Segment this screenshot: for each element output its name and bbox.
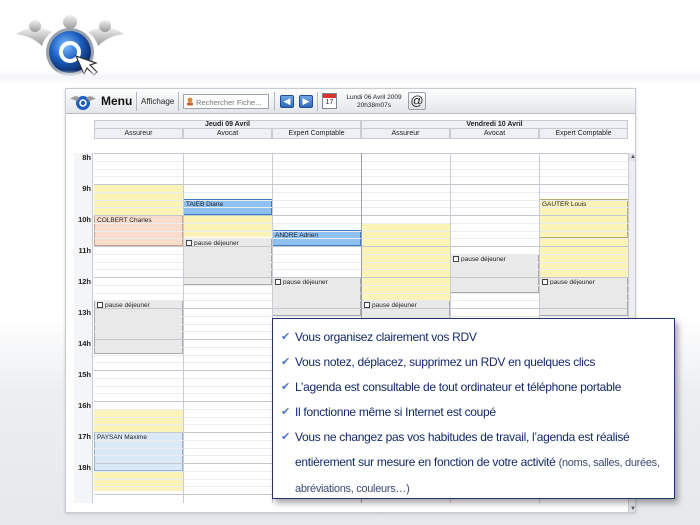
current-date: Lundi 06 Avril 2009: [346, 94, 402, 101]
scroll-down-icon[interactable]: ▼: [629, 505, 635, 512]
features-callout: ✔ Vous organisez clairement vos RDV ✔ Vo…: [272, 318, 675, 499]
column-header: Assureur: [361, 129, 450, 139]
check-icon: ✔: [281, 406, 290, 418]
calendar-icon[interactable]: 17: [322, 93, 337, 109]
check-icon: ✔: [281, 331, 290, 343]
column-header: Expert Comptable: [272, 129, 361, 139]
toolbar: Menu Affichage ◀ ▶ 17 Lundi 06 Avril 200…: [66, 89, 635, 114]
column-header: Assureur: [94, 129, 183, 139]
feature-text: L’agenda est consultable de tout ordinat…: [295, 380, 622, 394]
hour-label: 12h: [78, 277, 91, 286]
feature-item: ✔ Vous ne changez pas vos habitudes de t…: [281, 425, 664, 502]
check-icon: ✔: [281, 381, 290, 393]
appointment[interactable]: PAYSAN Maxime: [94, 432, 183, 471]
hour-label: 17h: [78, 432, 91, 441]
check-icon: ✔: [281, 431, 290, 443]
feature-item: ✔ Vous organisez clairement vos RDV: [281, 325, 664, 350]
column-header: Avocat: [450, 129, 539, 139]
search-input[interactable]: [183, 94, 269, 109]
current-time: 20h38m07s: [357, 102, 391, 109]
hour-label: 15h: [78, 370, 91, 379]
toolbar-divider: [136, 92, 137, 111]
time-column: [74, 153, 93, 503]
app-logo-icon[interactable]: [69, 92, 97, 111]
feature-item: ✔ Il fonctionne même si Internet est cou…: [281, 400, 664, 425]
feature-text: Vous notez, déplacez, supprimez un RDV e…: [295, 355, 596, 369]
feature-text: Il fonctionne même si Internet est coupé: [295, 405, 496, 419]
hour-label: 14h: [78, 339, 91, 348]
next-button[interactable]: ▶: [299, 95, 313, 108]
hour-label: 8h: [82, 153, 91, 162]
header-band: [0, 70, 700, 84]
hour-label: 18h: [78, 463, 91, 472]
pause-block[interactable]: pause déjeuner: [272, 277, 361, 316]
check-icon: ✔: [281, 356, 290, 368]
day-header-vendredi: Vendredi 10 Avril: [361, 120, 628, 129]
appointment[interactable]: GAUTER Louis: [539, 199, 628, 238]
arrow-right-icon: ▶: [302, 96, 310, 106]
toolbar-divider: [178, 92, 179, 111]
menu-button[interactable]: Menu: [101, 94, 132, 108]
affichage-button[interactable]: Affichage: [141, 97, 174, 106]
column-header: Expert Comptable: [539, 129, 628, 139]
previous-button[interactable]: ◀: [280, 95, 294, 108]
available-slot[interactable]: [94, 409, 183, 432]
available-slot[interactable]: [94, 471, 183, 491]
hour-label: 10h: [78, 215, 91, 224]
hour-label: 9h: [82, 184, 91, 193]
hour-label: 16h: [78, 401, 91, 410]
search-icon: [187, 97, 193, 106]
column-header: Avocat: [183, 129, 272, 139]
feature-item: ✔ Vous notez, déplacez, supprimez un RDV…: [281, 350, 664, 375]
toolbar-divider: [274, 92, 275, 111]
pause-block[interactable]: pause déjeuner: [450, 254, 539, 293]
at-icon[interactable]: @: [408, 92, 426, 110]
feature-text: Vous organisez clairement vos RDV: [295, 330, 477, 344]
available-slot[interactable]: [183, 215, 272, 237]
current-datetime: Lundi 06 Avril 2009 20h38m07s: [343, 94, 405, 110]
pause-block[interactable]: pause déjeuner: [539, 277, 628, 316]
hour-label: 11h: [78, 246, 91, 255]
day-header-jeudi: Jeudi 09 Avril: [94, 120, 361, 129]
arrow-left-icon: ◀: [283, 96, 291, 106]
scroll-up-icon[interactable]: ▲: [629, 153, 635, 161]
available-slot[interactable]: [539, 238, 628, 278]
feature-item: ✔ L’agenda est consultable de tout ordin…: [281, 375, 664, 400]
toolbar-divider: [317, 92, 318, 111]
hour-label: 13h: [78, 308, 91, 317]
